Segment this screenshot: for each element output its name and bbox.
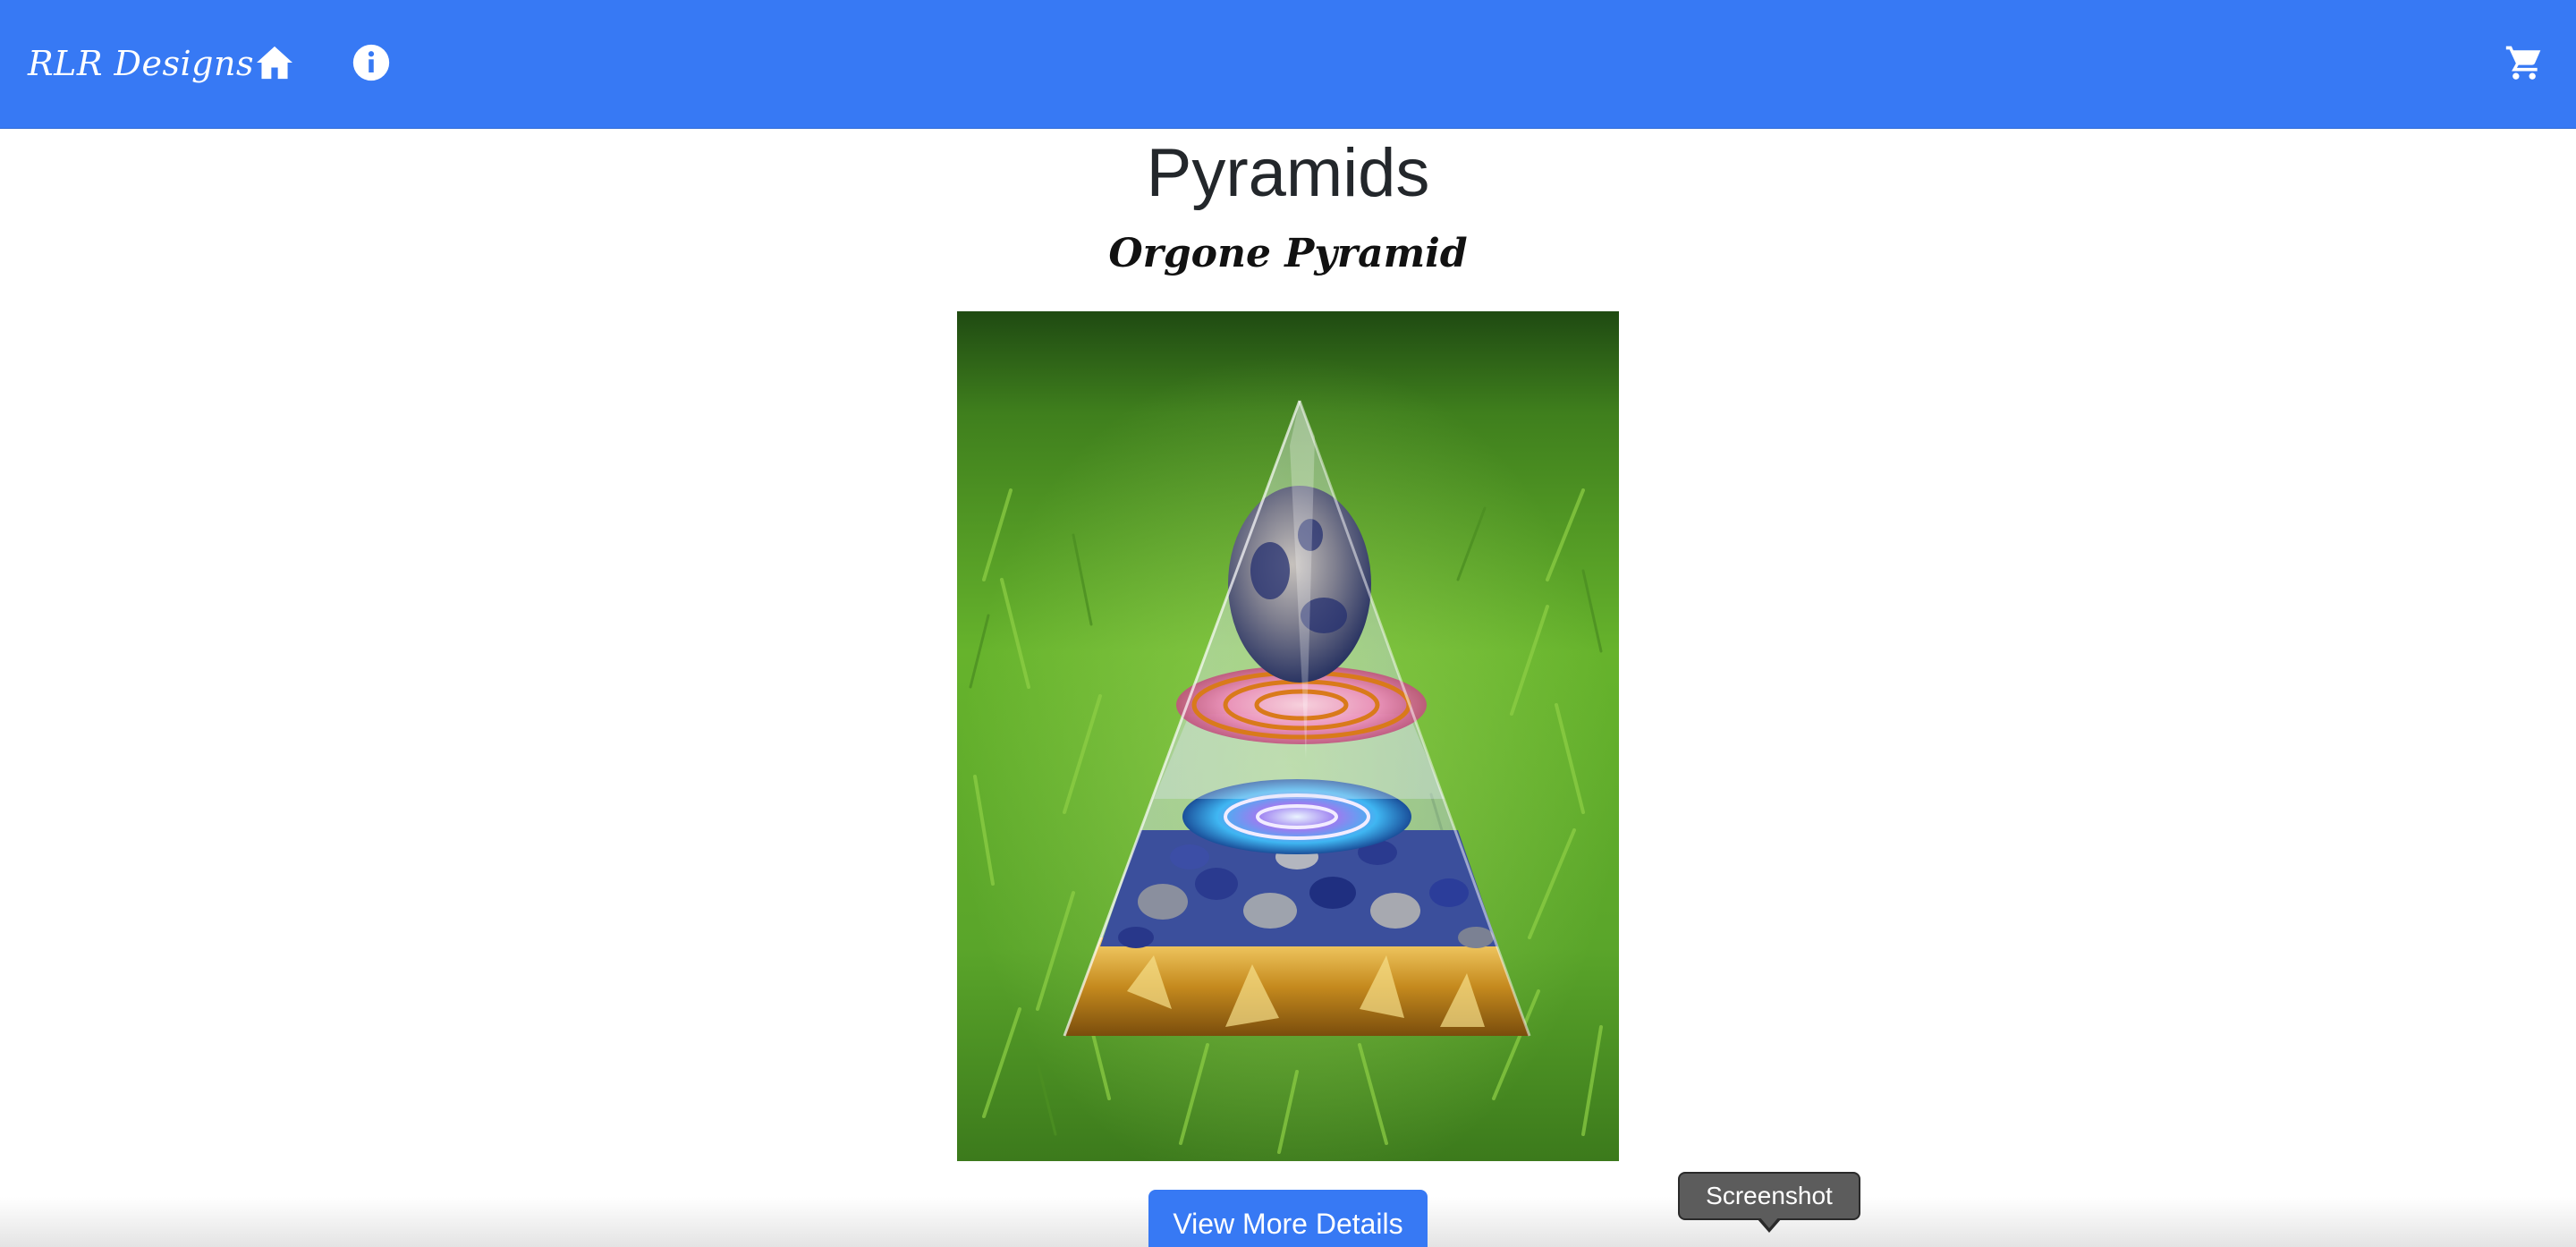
cart-icon[interactable] <box>2497 36 2551 89</box>
product-image <box>957 311 1619 1161</box>
screenshot-tooltip: Screenshot <box>1678 1172 1860 1220</box>
info-icon[interactable] <box>344 36 398 89</box>
view-more-details-button[interactable]: View More Details <box>1148 1190 1428 1247</box>
tooltip-arrow-fill <box>1759 1217 1779 1228</box>
page-title: Pyramids <box>1146 135 1430 211</box>
product-name: Orgone Pyramid <box>1108 231 1468 276</box>
brand-logo-link[interactable]: RLR Designs <box>28 32 254 95</box>
home-icon[interactable] <box>248 36 301 89</box>
top-navbar: RLR Designs <box>0 0 2576 129</box>
